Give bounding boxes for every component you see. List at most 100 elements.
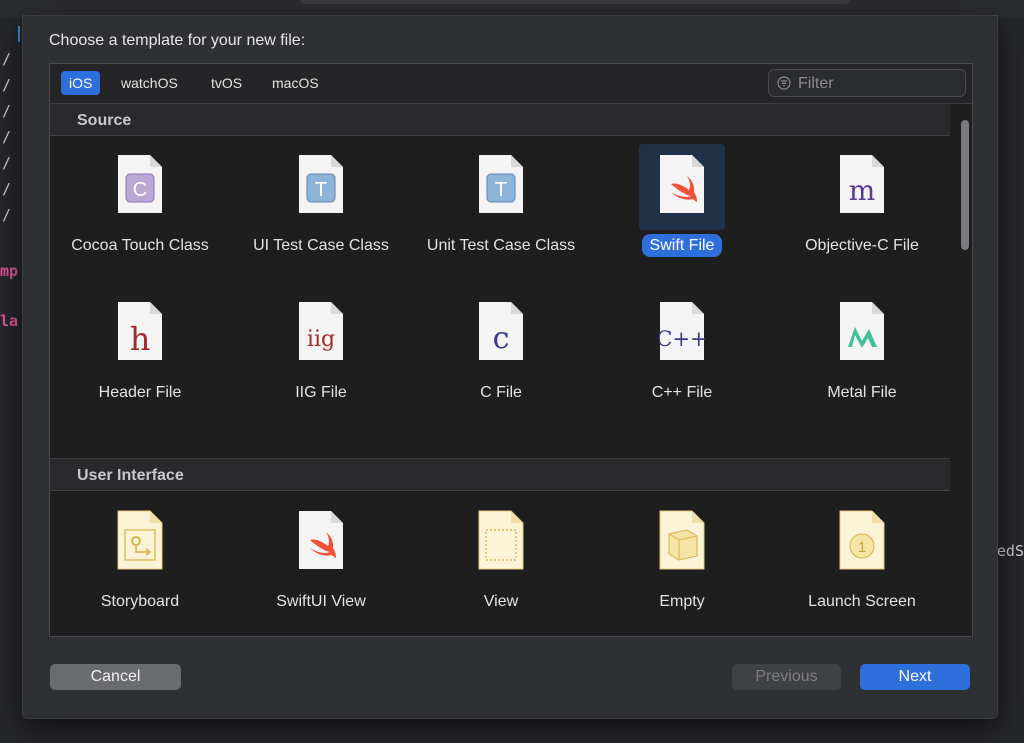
template-label: UI Test Case Class	[253, 237, 389, 254]
template-swift-file[interactable]: Swift File	[592, 144, 772, 284]
template-icon-tile: h	[97, 291, 183, 377]
objective-c-file-icon: m	[840, 155, 884, 213]
launch-screen-icon: 1	[839, 510, 885, 570]
template-icon-tile: iig	[278, 291, 364, 377]
template-launch-screen[interactable]: 1 Launch Screen	[772, 500, 952, 640]
template-iig-file[interactable]: iig IIG File	[231, 291, 411, 431]
filter-field[interactable]	[768, 69, 966, 97]
background-comment-glyph: /	[2, 206, 12, 224]
background-code-fragment-right: edS	[996, 542, 1024, 560]
svg-text:T: T	[315, 179, 327, 201]
template-icon-tile	[639, 500, 725, 586]
template-label: Unit Test Case Class	[426, 237, 576, 254]
template-icon-tile: c	[458, 291, 544, 377]
background-comment-glyph: /	[2, 128, 12, 146]
template-cpp-file[interactable]: C++ C++ File	[592, 291, 772, 431]
background-gutter: / / / / / / /	[0, 50, 20, 232]
template-swiftui-view[interactable]: SwiftUI View	[231, 500, 411, 640]
svg-text:c: c	[493, 321, 510, 356]
background-code-fragment: la	[0, 312, 19, 330]
template-chooser-sheet: Choose a template for your new file: iOS…	[22, 15, 998, 719]
svg-text:m: m	[849, 174, 876, 207]
template-icon-tile	[97, 500, 183, 586]
template-icon-tile	[819, 291, 905, 377]
template-label-selected: Swift File	[641, 234, 723, 257]
template-panel: iOS watchOS tvOS macOS Source	[49, 63, 973, 637]
section-header-user-interface: User Interface	[50, 458, 950, 491]
svg-text:T: T	[495, 179, 507, 201]
background-comment-glyph: /	[2, 180, 12, 198]
c-file-icon: c	[479, 302, 523, 360]
swiftui-view-icon	[299, 511, 343, 569]
background-comment-glyph: /	[2, 50, 12, 68]
filter-icon	[777, 76, 791, 90]
tab-watchos[interactable]: watchOS	[113, 71, 186, 95]
template-ui-test-case-class[interactable]: T UI Test Case Class	[231, 144, 411, 284]
svg-text:C: C	[133, 179, 147, 201]
background-activity-bar	[300, 0, 850, 4]
tab-ios[interactable]: iOS	[61, 71, 101, 95]
template-label: Storyboard	[100, 593, 180, 610]
template-objective-c-file[interactable]: m Objective-C File	[772, 144, 952, 284]
template-label: Objective-C File	[805, 237, 919, 254]
template-label: Empty	[659, 593, 705, 610]
swift-file-icon	[660, 155, 704, 213]
template-label: C++ File	[651, 384, 713, 401]
template-label: Metal File	[827, 384, 897, 401]
section-header-source: Source	[50, 103, 950, 136]
empty-icon	[659, 510, 705, 570]
tab-macos[interactable]: macOS	[264, 71, 327, 95]
tab-tvos[interactable]: tvOS	[203, 71, 250, 95]
platform-tab-bar: iOS watchOS tvOS macOS	[50, 64, 972, 104]
unit-test-case-class-icon: T	[479, 155, 523, 213]
view-icon	[478, 510, 524, 570]
template-icon-tile	[458, 500, 544, 586]
template-label: View	[483, 593, 519, 610]
template-cocoa-touch-class[interactable]: C Cocoa Touch Class	[50, 144, 230, 284]
background-comment-glyph: /	[2, 102, 12, 120]
background-comment-glyph: /	[2, 154, 12, 172]
cancel-button[interactable]: Cancel	[50, 664, 181, 690]
template-label: IIG File	[295, 384, 347, 401]
template-label: Header File	[98, 384, 182, 401]
template-icon-tile: C	[97, 144, 183, 230]
ui-test-case-class-icon: T	[299, 155, 343, 213]
template-icon-tile: m	[819, 144, 905, 230]
svg-text:C++: C++	[659, 327, 705, 351]
metal-file-icon	[840, 302, 884, 360]
template-unit-test-case-class[interactable]: T Unit Test Case Class	[411, 144, 591, 284]
template-label: SwiftUI View	[276, 593, 366, 610]
storyboard-icon	[117, 510, 163, 570]
cocoa-touch-class-icon: C	[118, 155, 162, 213]
template-header-file[interactable]: h Header File	[50, 291, 230, 431]
previous-button[interactable]: Previous	[732, 664, 841, 690]
template-icon-tile: T	[458, 144, 544, 230]
svg-text:1: 1	[858, 539, 866, 556]
template-storyboard[interactable]: Storyboard	[50, 500, 230, 640]
iig-file-icon: iig	[299, 302, 343, 360]
cpp-file-icon: C++	[659, 302, 705, 360]
filter-input[interactable]	[796, 73, 960, 95]
header-file-icon: h	[118, 302, 162, 360]
background-editor-tab-marker	[18, 26, 20, 42]
template-icon-tile: C++	[639, 291, 725, 377]
template-icon-tile	[278, 500, 364, 586]
template-label: Swift File	[592, 234, 772, 257]
template-label: Cocoa Touch Class	[71, 237, 209, 254]
template-scrollbar[interactable]	[960, 120, 970, 632]
template-metal-file[interactable]: Metal File	[772, 291, 952, 431]
next-button[interactable]: Next	[860, 664, 970, 690]
background-comment-glyph: /	[2, 76, 12, 94]
template-c-file[interactable]: c C File	[411, 291, 591, 431]
template-icon-tile-selected	[639, 144, 725, 230]
template-label: Launch Screen	[808, 593, 916, 610]
template-label: C File	[480, 384, 522, 401]
sheet-title: Choose a template for your new file:	[49, 32, 306, 49]
template-icon-tile: 1	[819, 500, 905, 586]
svg-text:iig: iig	[307, 327, 335, 352]
background-code-fragment: mp	[0, 262, 19, 280]
scrollbar-thumb[interactable]	[961, 120, 969, 250]
template-empty[interactable]: Empty	[592, 500, 772, 640]
svg-text:h: h	[130, 320, 151, 358]
template-view[interactable]: View	[411, 500, 591, 640]
